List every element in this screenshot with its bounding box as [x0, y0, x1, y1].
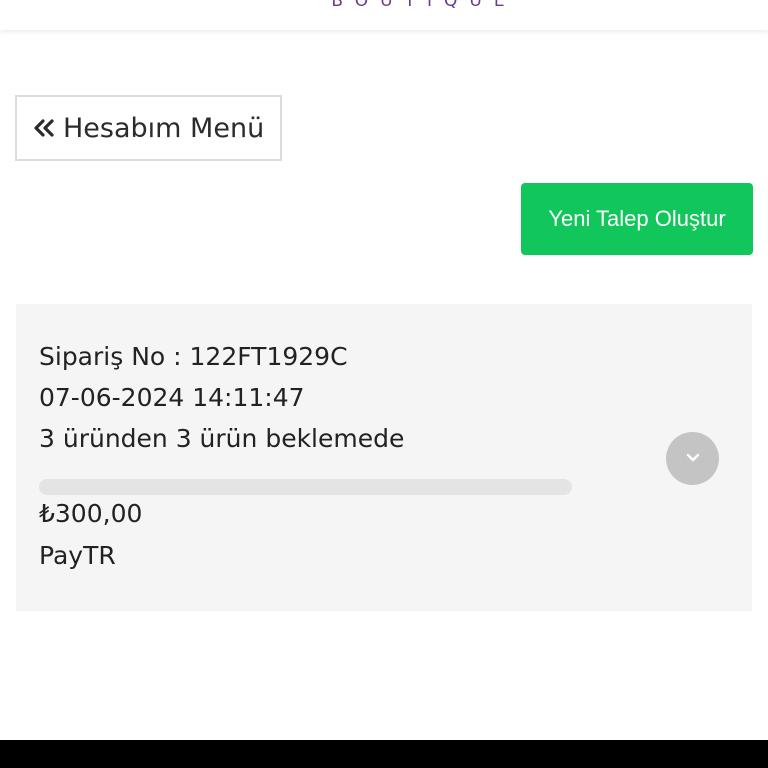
page: BOUTIQUE Hesabım Menü Yeni Talep Oluştur… [0, 0, 768, 768]
order-number: Sipariş No : 122FT1929C [39, 342, 348, 371]
order-datetime: 07-06-2024 14:11:47 [39, 383, 305, 412]
account-menu-back-button[interactable]: Hesabım Menü [15, 95, 282, 161]
payment-method: PayTR [39, 541, 116, 570]
bottom-bar [0, 740, 768, 768]
order-amount: ₺300,00 [39, 499, 143, 528]
order-progress-bar [39, 479, 572, 495]
order-card[interactable]: Sipariş No : 122FT1929C 07-06-2024 14:11… [16, 304, 752, 611]
new-request-button[interactable]: Yeni Talep Oluştur [521, 183, 753, 255]
brand-subtitle[interactable]: BOUTIQUE [0, 0, 768, 11]
order-status: 3 üründen 3 ürün beklemede [39, 424, 405, 453]
expand-order-button[interactable] [666, 432, 719, 485]
chevron-down-icon [683, 447, 703, 471]
double-chevron-left-icon [29, 114, 57, 142]
site-header: BOUTIQUE [0, 0, 768, 30]
back-button-label: Hesabım Menü [63, 112, 265, 144]
